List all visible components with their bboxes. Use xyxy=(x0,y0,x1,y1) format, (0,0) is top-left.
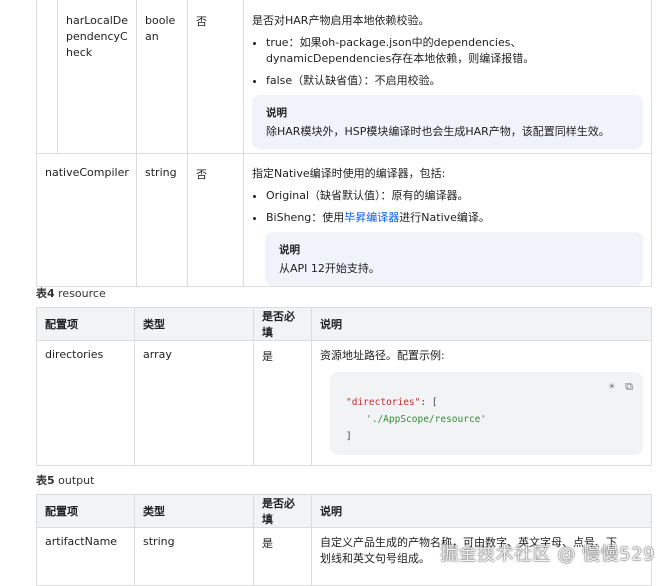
caption-name: resource xyxy=(58,287,106,300)
param-name-line: harLocalDe xyxy=(66,14,128,27)
param-type-cell: string xyxy=(134,527,254,586)
note-text: 从API 12开始支持。 xyxy=(279,261,380,275)
param-name-cell: directories xyxy=(36,340,135,466)
code-toolbar: ☀ ⧉ xyxy=(599,378,633,395)
note-box: 说明 除HAR模块外，HSP模块编译时也会生成HAR产物，该配置同样生效。 xyxy=(252,95,643,149)
list-item: false（默认缺省值）：不启用校验。 xyxy=(266,73,643,89)
param-desc-cell: 资源地址路径。配置示例: ☀ ⧉ "directories": [ './AppS… xyxy=(311,340,652,466)
code-block: ☀ ⧉ "directories": [ './AppScope/resource… xyxy=(330,372,643,455)
code-string: './AppScope/resource' xyxy=(366,414,487,425)
option-list: true：如果oh-package.json中的dependencies、dyn… xyxy=(252,35,643,89)
param-desc: 指定Native编译时使用的编译器，包括: xyxy=(252,166,446,180)
param-type-cell: string xyxy=(136,152,188,287)
param-required-cell: 否 xyxy=(187,152,244,287)
note-title: 说明 xyxy=(266,107,287,119)
column-header: 配置项 xyxy=(36,494,135,528)
param-name-line: heck xyxy=(66,46,93,59)
param-desc-cell: 指定Native编译时使用的编译器，包括: Original（缺省默认值）：原有… xyxy=(243,152,652,287)
code-line: './AppScope/resource' xyxy=(346,411,627,428)
column-header: 类型 xyxy=(134,307,254,341)
param-desc: 资源地址路径。配置示例: xyxy=(320,349,445,362)
param-desc: 是否对HAR产物启用本地依赖校验。 xyxy=(252,14,430,27)
code-punct: : [ xyxy=(420,397,438,408)
param-required-cell: 是 xyxy=(253,340,312,466)
note-text: 除HAR模块外，HSP模块编译时也会生成HAR产物，该配置同样生效。 xyxy=(266,125,610,138)
option-list: Original（缺省默认值）：原有的编译器。 BiSheng：使用毕昇编译器进… xyxy=(252,188,643,226)
list-item-text: BiSheng：使用 xyxy=(266,210,345,224)
param-type-cell: array xyxy=(134,340,254,466)
note-title: 说明 xyxy=(279,243,300,256)
param-name-cell: harLocalDe pendencyC heck xyxy=(57,0,137,154)
param-name-cell: artifactName xyxy=(36,527,135,586)
column-header: 是否必填 xyxy=(253,307,312,341)
watermark: 掘金技术社区 @ 慢慢529 xyxy=(440,544,655,565)
column-header: 配置项 xyxy=(36,307,135,341)
code-line: ] xyxy=(346,428,627,445)
theme-toggle-icon[interactable]: ☀ xyxy=(609,380,616,393)
caption-number: 表4 xyxy=(36,287,55,300)
param-desc-cell: 是否对HAR产物启用本地依赖校验。 true：如果oh-package.json… xyxy=(243,0,652,154)
list-item: Original（缺省默认值）：原有的编译器。 xyxy=(266,188,643,204)
caption-number: 表5 xyxy=(36,474,55,487)
table-header-row: 配置项 类型 是否必填 说明 xyxy=(36,494,652,528)
table-row: nativeCompiler string 否 指定Native编译时使用的编译… xyxy=(36,152,652,287)
caption-name: output xyxy=(58,474,95,487)
param-type-line: an xyxy=(145,30,159,43)
resource-table: 配置项 类型 是否必填 说明 directories array 是 资源地址路… xyxy=(36,307,652,466)
note-box: 说明 从API 12开始支持。 xyxy=(265,231,643,286)
table-row: harLocalDe pendencyC heck boole an 否 是否对… xyxy=(36,0,652,154)
table-header-row: 配置项 类型 是否必填 说明 xyxy=(36,307,652,341)
column-header: 类型 xyxy=(134,494,254,528)
param-name-line: pendencyC xyxy=(66,30,128,43)
code-line: "directories": [ xyxy=(346,394,627,411)
list-item: BiSheng：使用毕昇编译器进行Native编译。 xyxy=(266,210,643,226)
bisheng-compiler-link[interactable]: 毕昇编译器 xyxy=(344,211,399,224)
build-option-table: harLocalDe pendencyC heck boole an 否 是否对… xyxy=(36,0,652,287)
column-header: 说明 xyxy=(311,494,652,528)
copy-icon[interactable]: ⧉ xyxy=(625,380,633,393)
param-required-cell: 是 xyxy=(253,527,312,586)
code-punct: ] xyxy=(346,431,352,442)
param-type-line: boole xyxy=(145,14,176,27)
table-row: directories array 是 资源地址路径。配置示例: ☀ ⧉ "dir… xyxy=(36,340,652,466)
column-header: 是否必填 xyxy=(253,494,312,528)
param-name-cell: nativeCompiler xyxy=(36,152,137,287)
param-required-cell: 否 xyxy=(187,0,244,154)
column-header: 说明 xyxy=(311,307,652,341)
list-item: true：如果oh-package.json中的dependencies、dyn… xyxy=(266,35,643,67)
indent-cell xyxy=(36,0,58,154)
list-item-text: 进行Native编译。 xyxy=(399,210,490,224)
table-caption: 表4 resource xyxy=(36,285,106,301)
code-key: "directories" xyxy=(346,397,421,408)
table-caption: 表5 output xyxy=(36,472,94,488)
param-type-cell: boole an xyxy=(136,0,188,154)
